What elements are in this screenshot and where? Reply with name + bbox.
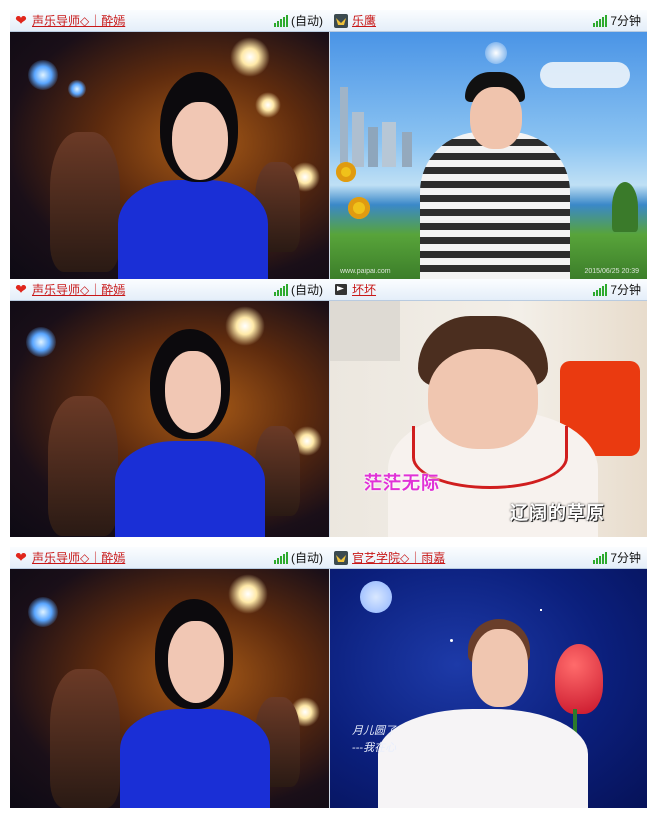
heart-icon: ❤ xyxy=(15,12,27,28)
left-user-name-link[interactable]: 声乐导师◇｜酔嫣 xyxy=(32,12,125,29)
black-flag-icon xyxy=(334,283,348,297)
title-bar: ❤ 声乐导师◇｜酔嫣 (自动) 官艺学院◇｜雨嘉 7分钟 xyxy=(10,547,647,569)
right-user-status: 7分钟 xyxy=(610,283,641,297)
right-user-header[interactable]: 乐鹰 7分钟 xyxy=(330,10,647,31)
right-user-status: 7分钟 xyxy=(610,14,641,28)
signal-icon xyxy=(274,283,288,296)
right-video-feed[interactable]: www.paipai.com 2015/06/25 20:39 xyxy=(330,32,647,279)
yellow-bird-icon xyxy=(334,550,348,565)
right-video-feed[interactable]: 月儿圆了 ---我在心 xyxy=(330,569,647,808)
right-user-header[interactable]: 官艺学院◇｜雨嘉 7分钟 xyxy=(330,547,647,568)
title-bar: ❤ 声乐导师◇｜酔嫣 (自动) 坏坏 7分钟 xyxy=(10,279,647,301)
signal-icon xyxy=(593,283,608,296)
signal-icon xyxy=(274,551,288,564)
heart-icon: ❤ xyxy=(15,281,27,297)
signal-icon xyxy=(274,14,288,27)
heart-icon: ❤ xyxy=(15,549,27,565)
left-user-name-link[interactable]: 声乐导师◇｜酔嫣 xyxy=(32,281,125,298)
right-user-name-link[interactable]: 乐鹰 xyxy=(352,12,376,29)
right-user-status: 7分钟 xyxy=(610,551,641,565)
right-video-feed[interactable]: 茫茫无际 辽阔的草原 xyxy=(330,301,647,537)
poem-line-2: ---我在心 xyxy=(352,741,397,754)
left-video-feed[interactable] xyxy=(10,569,329,808)
lyrics-subtitle-line-1: 茫茫无际 xyxy=(364,473,440,493)
left-user-header[interactable]: ❤ 声乐导师◇｜酔嫣 (自动) xyxy=(10,10,329,31)
title-bar: ❤ 声乐导师◇｜酔嫣 (自动) 乐鹰 7分钟 xyxy=(10,10,647,32)
left-video-feed[interactable] xyxy=(10,32,329,279)
yellow-bird-icon xyxy=(334,13,348,28)
left-user-status: (自动) xyxy=(291,283,323,297)
video-row-2: ❤ 声乐导师◇｜酔嫣 (自动) 坏坏 7分钟 茫茫无际 辽阔的草原 xyxy=(10,279,647,537)
right-user-name-link[interactable]: 官艺学院◇｜雨嘉 xyxy=(352,549,445,566)
left-video-feed[interactable] xyxy=(10,301,329,537)
left-user-header[interactable]: ❤ 声乐导师◇｜酔嫣 (自动) xyxy=(10,279,329,300)
left-user-status: (自动) xyxy=(291,14,323,28)
signal-icon xyxy=(593,551,608,564)
video-row-3: ❤ 声乐导师◇｜酔嫣 (自动) 官艺学院◇｜雨嘉 7分钟 月儿圆了 ---我在心 xyxy=(10,547,647,808)
right-user-header[interactable]: 坏坏 7分钟 xyxy=(330,279,647,300)
left-user-status: (自动) xyxy=(291,551,323,565)
video-row-1: ❤ 声乐导师◇｜酔嫣 (自动) 乐鹰 7分钟 www.paipai.com 20… xyxy=(10,10,647,279)
right-user-name-link[interactable]: 坏坏 xyxy=(352,281,376,298)
signal-icon xyxy=(593,14,608,27)
left-user-header[interactable]: ❤ 声乐导师◇｜酔嫣 (自动) xyxy=(10,547,329,568)
lyrics-subtitle-line-2: 辽阔的草原 xyxy=(510,503,605,523)
poem-line-1: 月儿圆了 xyxy=(352,724,396,737)
left-user-name-link[interactable]: 声乐导师◇｜酔嫣 xyxy=(32,549,125,566)
